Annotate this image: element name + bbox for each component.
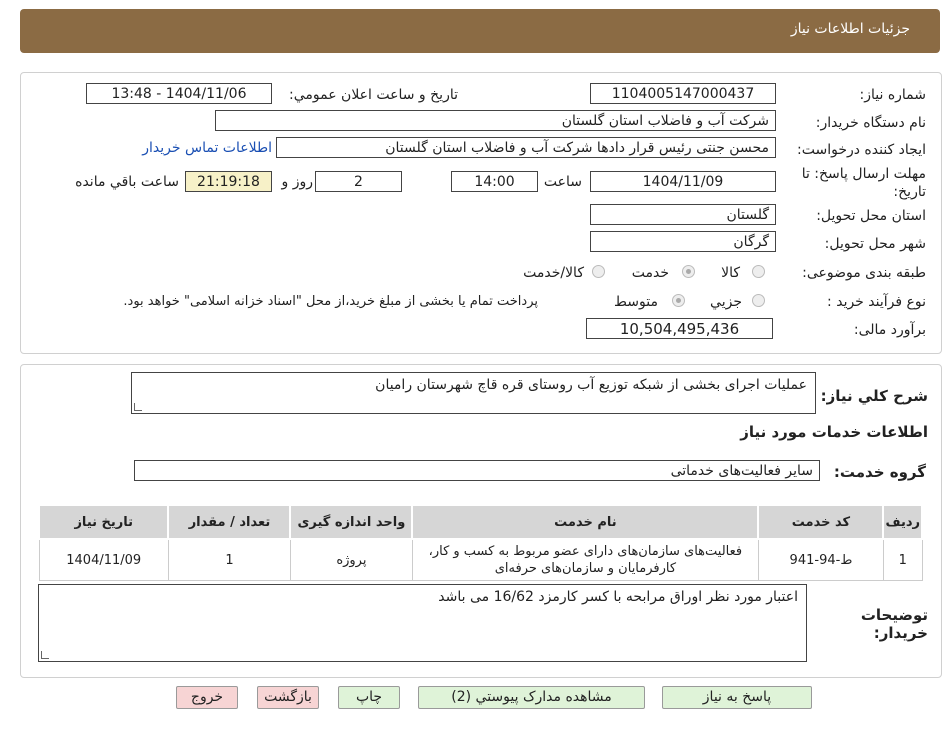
buyer-label: نام دستگاه خريدار:	[815, 115, 926, 131]
creator-field: محسن جنتی رئیس قرار دادها شرکت آب و فاضل…	[276, 137, 776, 158]
time-label: ساعت	[543, 174, 582, 190]
process-medium-label: متوسط	[614, 294, 658, 310]
need-number-label: شماره نیاز:	[859, 87, 927, 103]
description-field: عملیات اجرای بخشی از شبکه توزیع آب روستا…	[131, 372, 816, 414]
col-row: رديف	[882, 504, 923, 540]
deadline-label-date: تاریخ:	[893, 184, 926, 200]
col-date: تاریخ نیاز	[37, 504, 170, 540]
province-field: گلستان	[590, 204, 776, 225]
print-button[interactable]: چاپ	[338, 686, 400, 709]
buyer-notes-field: اعتبار مورد نظر اوراق مرابحه با کسر کارم…	[38, 584, 807, 662]
cell-name: فعالیت‌های سازمان‌های دارای عضو مربوط به…	[411, 538, 759, 581]
exit-button[interactable]: خروج	[176, 686, 238, 709]
col-qty: تعداد / مقدار	[167, 504, 292, 540]
resize-grip-icon[interactable]	[41, 651, 49, 659]
cell-name-line-1: فعالیت‌های سازمان‌های دارای عضو مربوط به…	[428, 544, 743, 559]
cell-date: 1404/11/09	[38, 538, 169, 581]
cell-qty: 1	[167, 538, 291, 581]
buyer-field: شرکت آب و فاضلاب استان گلستان	[215, 110, 776, 131]
services-table: رديف کد خدمت نام خدمت واحد اندازه گیری ت…	[37, 504, 923, 581]
province-label: استان محل تحویل:	[816, 208, 926, 224]
category-service-label: خدمت	[631, 265, 669, 281]
category-both-radio[interactable]	[592, 265, 605, 278]
category-both-label: کالا/خدمت	[523, 265, 584, 281]
city-label: شهر محل تحویل:	[824, 236, 926, 252]
category-label: طبقه بندی موضوعی:	[802, 265, 926, 281]
buyer-notes-label-2: خریدار:	[873, 624, 928, 642]
cell-row: 1	[882, 538, 923, 581]
budget-label: برآورد مالی:	[853, 322, 926, 338]
service-group-field: سایر فعالیت‌های خدماتی	[134, 460, 820, 481]
days-label: روز و	[281, 174, 314, 190]
creator-label: ایجاد کننده درخواست:	[797, 142, 926, 158]
process-note: پرداخت تمام یا بخشی از مبلغ خرید،از محل …	[123, 294, 538, 309]
need-number-field: 1104005147000437	[590, 83, 776, 104]
cell-name-line-2: کارفرمایان و سازمان‌های حرفه‌ای	[494, 561, 677, 576]
deadline-date-field: 1404/11/09	[590, 171, 776, 192]
description-label: شرح کلي نياز:	[820, 387, 928, 405]
announce-label: تاریخ و ساعت اعلان عمومي:	[289, 87, 458, 103]
buyer-notes-label: توضیحات	[860, 606, 928, 624]
process-label: نوع فرآیند خرید :	[827, 294, 926, 310]
page-header: جزئیات اطلاعات نیاز	[20, 9, 940, 53]
description-text: عملیات اجرای بخشی از شبکه توزیع آب روستا…	[375, 377, 807, 393]
remaining-time-field: 21:19:18	[185, 171, 272, 192]
deadline-time-field: 14:00	[451, 171, 538, 192]
buyer-contact-link[interactable]: اطلاعات تماس خريدار	[142, 140, 272, 156]
page-title: جزئیات اطلاعات نیاز	[790, 21, 910, 37]
announce-field: 1404/11/06 - 13:48	[86, 83, 272, 104]
table-row: 1 ط-94-941 فعالیت‌های سازمان‌های دارای ع…	[38, 538, 923, 581]
resize-grip-icon[interactable]	[134, 403, 142, 411]
process-medium-radio[interactable]	[672, 294, 685, 307]
buyer-notes-text: اعتبار مورد نظر اوراق مرابحه با کسر کارم…	[438, 589, 798, 605]
category-service-radio[interactable]	[682, 265, 695, 278]
category-goods-radio[interactable]	[752, 265, 765, 278]
process-small-label: جزيي	[710, 294, 742, 310]
service-group-label: گروه خدمت:	[833, 463, 926, 481]
city-field: گرگان	[590, 231, 776, 252]
cell-unit: پروژه	[289, 538, 413, 581]
cell-code: ط-94-941	[757, 538, 884, 581]
reply-button[interactable]: پاسخ به نیاز	[662, 686, 812, 709]
col-name: نام خدمت	[411, 504, 760, 540]
attachments-button[interactable]: مشاهده مدارک پیوستي (2)	[418, 686, 645, 709]
back-button[interactable]: بازگشت	[257, 686, 319, 709]
category-goods-label: کالا	[721, 265, 740, 281]
col-code: کد خدمت	[757, 504, 885, 540]
col-unit: واحد اندازه گیری	[289, 504, 414, 540]
remaining-label: ساعت باقي مانده	[75, 174, 179, 190]
days-field: 2	[315, 171, 402, 192]
deadline-label: مهلت ارسال پاسخ: تا	[801, 166, 926, 182]
services-section-title: اطلاعات خدمات مورد نیاز	[740, 423, 928, 441]
process-small-radio[interactable]	[752, 294, 765, 307]
budget-field: 10,504,495,436	[586, 318, 773, 339]
